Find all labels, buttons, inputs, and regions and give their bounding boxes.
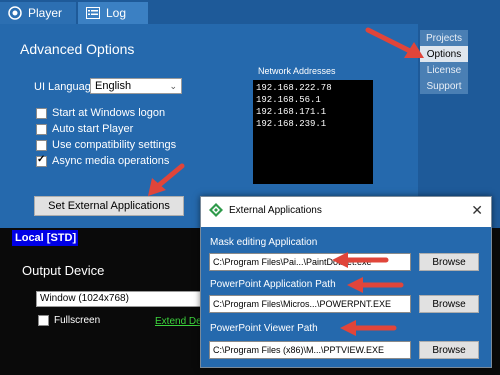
chevron-down-icon: ⌄ <box>169 81 177 91</box>
dialog-body: Mask editing Application C:\Program File… <box>201 227 491 367</box>
side-tab-license[interactable]: License <box>420 62 468 78</box>
checkbox-label: Start at Windows logon <box>52 107 166 119</box>
arrow-to-options-icon <box>365 27 424 58</box>
advanced-options-title: Advanced Options <box>20 41 135 57</box>
checkbox-box[interactable] <box>38 315 49 326</box>
checkbox-label: Auto start Player <box>52 123 134 135</box>
checkbox-box[interactable] <box>36 123 47 135</box>
powerpoint-app-browse-button[interactable]: Browse <box>419 295 479 313</box>
fullscreen-checkbox[interactable]: Fullscreen <box>38 315 100 326</box>
checkbox-label: Use compatibility settings <box>52 139 177 151</box>
close-icon[interactable]: ✕ <box>471 202 483 219</box>
dialog-titlebar: External Applications ✕ <box>201 197 491 223</box>
network-addresses-list: 192.168.222.78 192.168.56.1 192.168.171.… <box>253 80 373 184</box>
tab-log-label: Log <box>106 6 127 20</box>
arrow-to-powerpoint-app-icon <box>347 277 404 293</box>
mask-editing-label: Mask editing Application <box>210 237 318 248</box>
side-tab-support[interactable]: Support <box>420 78 468 94</box>
powerpoint-viewer-path-input[interactable]: C:\Program Files (x86)\M...\PPTVIEW.EXE <box>209 341 411 359</box>
powerpoint-viewer-browse-button[interactable]: Browse <box>419 341 479 359</box>
fullscreen-label: Fullscreen <box>54 315 101 326</box>
network-address: 192.168.171.1 <box>256 107 327 117</box>
output-window-select[interactable]: Window (1024x768) <box>36 291 211 307</box>
network-address: 192.168.239.1 <box>256 119 327 129</box>
log-icon <box>86 6 100 20</box>
powerpoint-app-path-input[interactable]: C:\Program Files\Micros...\POWERPNT.EXE <box>209 295 411 313</box>
checkbox-box[interactable] <box>36 107 47 119</box>
network-address: 192.168.56.1 <box>256 95 321 105</box>
ui-language-select[interactable]: English ⌄ <box>90 78 182 94</box>
top-tab-bar: Player Log <box>0 0 500 24</box>
local-std-badge: Local [STD] <box>12 230 78 246</box>
checkbox-box[interactable] <box>36 139 47 151</box>
app-diamond-icon <box>209 203 223 217</box>
compatibility-settings-checkbox[interactable]: Use compatibility settings <box>36 138 176 152</box>
ui-language-value: English <box>95 80 132 92</box>
mask-editing-browse-button[interactable]: Browse <box>419 253 479 271</box>
tab-log[interactable]: Log <box>78 2 148 24</box>
powerpoint-viewer-label: PowerPoint Viewer Path <box>210 323 318 334</box>
output-device-title: Output Device <box>22 263 105 278</box>
checkbox-box[interactable] <box>36 154 47 167</box>
dialog-title: External Applications <box>229 204 322 216</box>
arrow-to-powerpoint-viewer-icon <box>340 320 397 336</box>
tab-player-label: Player <box>28 6 63 20</box>
start-at-logon-checkbox[interactable]: Start at Windows logon <box>36 106 165 120</box>
ui-language-label: UI Language <box>34 81 97 93</box>
powerpoint-app-label: PowerPoint Application Path <box>210 279 336 290</box>
extend-desktop-link[interactable]: Extend Des <box>155 316 207 327</box>
network-addresses-label: Network Addresses <box>258 66 336 76</box>
arrow-to-mask-input-icon <box>332 252 389 268</box>
player-logo-icon <box>8 6 22 20</box>
network-address: 192.168.222.78 <box>256 83 332 93</box>
auto-start-player-checkbox[interactable]: Auto start Player <box>36 122 133 136</box>
arrow-to-set-external-icon <box>148 163 185 196</box>
tab-player[interactable]: Player <box>0 2 76 24</box>
